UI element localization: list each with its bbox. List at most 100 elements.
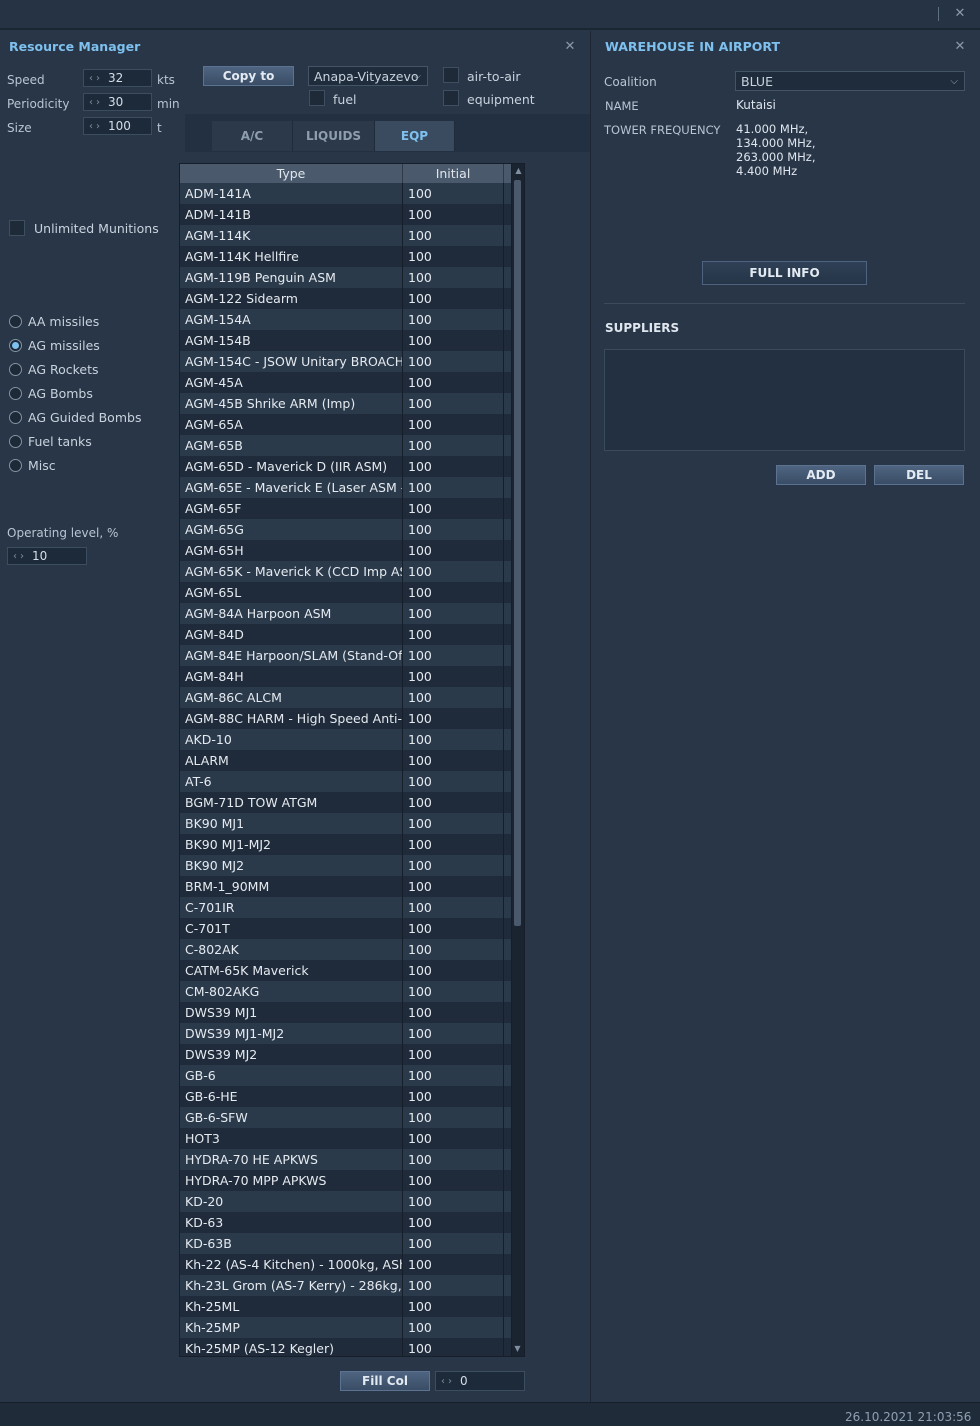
air-to-air-checkbox[interactable] [443, 67, 459, 83]
cell-initial[interactable]: 100 [403, 372, 504, 393]
cell-initial[interactable]: 100 [403, 834, 504, 855]
table-row[interactable]: CATM-65K Maverick 100 [180, 960, 524, 981]
radio-ag-guided-bombs[interactable]: AG Guided Bombs [9, 405, 141, 429]
table-row[interactable]: KD-63 100 [180, 1212, 524, 1233]
table-row[interactable]: AGM-84E Harpoon/SLAM (Stand-Off L 100 [180, 645, 524, 666]
table-row[interactable]: GB-6-HE 100 [180, 1086, 524, 1107]
cell-initial[interactable]: 100 [403, 393, 504, 414]
table-row[interactable]: C-701IR 100 [180, 897, 524, 918]
table-row[interactable]: AGM-65G 100 [180, 519, 524, 540]
table-row[interactable]: AGM-45B Shrike ARM (Imp) 100 [180, 393, 524, 414]
cell-initial[interactable]: 100 [403, 540, 504, 561]
table-row[interactable]: KD-20 100 [180, 1191, 524, 1212]
scroll-up-icon[interactable]: ▲ [512, 166, 525, 175]
table-row[interactable]: HYDRA-70 MPP APKWS 100 [180, 1170, 524, 1191]
radio-ag-bombs[interactable]: AG Bombs [9, 381, 141, 405]
table-row[interactable]: AGM-65A 100 [180, 414, 524, 435]
table-row[interactable]: ALARM 100 [180, 750, 524, 771]
coalition-dropdown[interactable]: BLUE ⌵ [735, 71, 965, 91]
table-row[interactable]: ADM-141A 100 [180, 183, 524, 204]
stepper-arrows-icon[interactable]: ‹› [436, 1376, 460, 1387]
delete-supplier-button[interactable]: DEL [874, 465, 964, 485]
table-row[interactable]: AT-6 100 [180, 771, 524, 792]
table-row[interactable]: HYDRA-70 HE APKWS 100 [180, 1149, 524, 1170]
table-row[interactable]: AGM-154A 100 [180, 309, 524, 330]
full-info-button[interactable]: FULL INFO [702, 261, 867, 285]
cell-initial[interactable]: 100 [403, 267, 504, 288]
table-row[interactable]: AGM-45A 100 [180, 372, 524, 393]
radio-icon[interactable] [9, 410, 22, 424]
cell-initial[interactable]: 100 [403, 1086, 504, 1107]
table-row[interactable]: AGM-65K - Maverick K (CCD Imp ASM 100 [180, 561, 524, 582]
cell-initial[interactable]: 100 [403, 309, 504, 330]
column-header-type[interactable]: Type [180, 164, 403, 183]
radio-icon[interactable] [9, 458, 22, 472]
stepper-arrows-icon[interactable]: ‹› [8, 551, 32, 562]
table-row[interactable]: Kh-22 (AS-4 Kitchen) - 1000kg, AShM, 100 [180, 1254, 524, 1275]
table-row[interactable]: BK90 MJ1 100 [180, 813, 524, 834]
table-row[interactable]: BRM-1_90MM 100 [180, 876, 524, 897]
cell-initial[interactable]: 100 [403, 771, 504, 792]
table-row[interactable]: AGM-119B Penguin ASM 100 [180, 267, 524, 288]
speed-stepper[interactable]: ‹› 32 [83, 69, 152, 87]
column-header-initial[interactable]: Initial [403, 164, 504, 183]
radio-selected-icon[interactable] [9, 338, 22, 352]
table-row[interactable]: AGM-122 Sidearm 100 [180, 288, 524, 309]
copy-to-button[interactable]: Copy to [203, 66, 294, 86]
table-row[interactable]: DWS39 MJ1 100 [180, 1002, 524, 1023]
cell-initial[interactable]: 100 [403, 582, 504, 603]
cell-initial[interactable]: 100 [403, 1170, 504, 1191]
stepper-arrows-icon[interactable]: ‹› [84, 73, 108, 84]
table-row[interactable]: CM-802AKG 100 [180, 981, 524, 1002]
table-row[interactable]: BK90 MJ2 100 [180, 855, 524, 876]
close-icon[interactable]: ✕ [953, 7, 967, 20]
table-row[interactable]: GB-6 100 [180, 1065, 524, 1086]
cell-initial[interactable]: 100 [403, 1275, 504, 1296]
table-row[interactable]: BK90 MJ1-MJ2 100 [180, 834, 524, 855]
radio-ag-missiles[interactable]: AG missiles [9, 333, 141, 357]
cell-initial[interactable]: 100 [403, 1191, 504, 1212]
cell-initial[interactable]: 100 [403, 1317, 504, 1338]
radio-icon[interactable] [9, 386, 22, 400]
fill-col-stepper[interactable]: ‹› 0 [435, 1371, 525, 1391]
table-row[interactable]: AGM-114K Hellfire 100 [180, 246, 524, 267]
table-row[interactable]: C-802AK 100 [180, 939, 524, 960]
table-row[interactable]: Kh-23L Grom (AS-7 Kerry) - 286kg, A 100 [180, 1275, 524, 1296]
unlimited-munitions-checkbox[interactable] [9, 220, 25, 236]
table-row[interactable]: AGM-88C HARM - High Speed Anti-Ra 100 [180, 708, 524, 729]
cell-initial[interactable]: 100 [403, 624, 504, 645]
cell-initial[interactable]: 100 [403, 645, 504, 666]
stepper-arrows-icon[interactable]: ‹› [84, 97, 108, 108]
cell-initial[interactable]: 100 [403, 330, 504, 351]
scroll-down-icon[interactable]: ▼ [511, 1344, 524, 1353]
cell-initial[interactable]: 100 [403, 456, 504, 477]
add-supplier-button[interactable]: ADD [776, 465, 866, 485]
cell-initial[interactable]: 100 [403, 477, 504, 498]
cell-initial[interactable]: 100 [403, 939, 504, 960]
radio-icon[interactable] [9, 434, 22, 448]
cell-initial[interactable]: 100 [403, 1023, 504, 1044]
table-row[interactable]: AGM-154C - JSOW Unitary BROACH 100 [180, 351, 524, 372]
table-row[interactable]: AGM-65B 100 [180, 435, 524, 456]
cell-initial[interactable]: 100 [403, 498, 504, 519]
table-row[interactable]: AGM-84H 100 [180, 666, 524, 687]
cell-initial[interactable]: 100 [403, 603, 504, 624]
fill-col-button[interactable]: Fill Col [340, 1371, 430, 1391]
table-row[interactable]: DWS39 MJ2 100 [180, 1044, 524, 1065]
radio-misc[interactable]: Misc [9, 453, 141, 477]
table-row[interactable]: BGM-71D TOW ATGM 100 [180, 792, 524, 813]
cell-initial[interactable]: 100 [403, 729, 504, 750]
table-row[interactable]: AKD-10 100 [180, 729, 524, 750]
cell-initial[interactable]: 100 [403, 561, 504, 582]
fuel-checkbox[interactable] [309, 90, 325, 106]
cell-initial[interactable]: 100 [403, 708, 504, 729]
table-row[interactable]: AGM-154B 100 [180, 330, 524, 351]
tab-ac[interactable]: A/C [212, 121, 293, 151]
cell-initial[interactable]: 100 [403, 1065, 504, 1086]
cell-initial[interactable]: 100 [403, 1002, 504, 1023]
cell-initial[interactable]: 100 [403, 876, 504, 897]
table-row[interactable]: AGM-86C ALCM 100 [180, 687, 524, 708]
cell-initial[interactable]: 100 [403, 1149, 504, 1170]
cell-initial[interactable]: 100 [403, 435, 504, 456]
scrollbar-thumb[interactable] [514, 180, 521, 926]
